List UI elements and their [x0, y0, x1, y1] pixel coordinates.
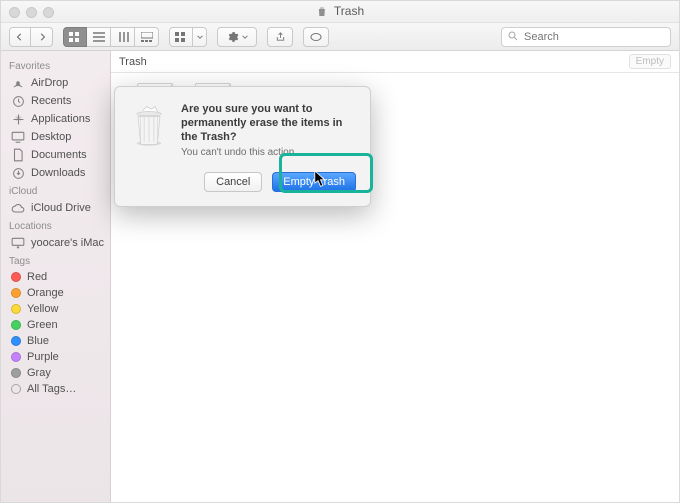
sidebar-item-label: iCloud Drive	[31, 202, 91, 214]
traffic-lights	[9, 7, 54, 18]
sidebar-item-label: Yellow	[27, 303, 58, 315]
arrange-menu-button[interactable]	[193, 27, 207, 47]
apps-icon	[11, 112, 25, 126]
dialog-buttons: Cancel Empty Trash	[181, 172, 356, 192]
sidebar-item-label: Desktop	[31, 131, 71, 143]
tag-dot	[11, 336, 21, 346]
airdrop-icon	[11, 76, 25, 90]
trash-full-icon	[129, 103, 169, 147]
sidebar-tag-blue[interactable]: Blue	[1, 333, 110, 349]
sidebar-item-label: Red	[27, 271, 47, 283]
chevron-down-icon	[242, 34, 248, 40]
sidebar: Favorites AirDrop Recents Applications D…	[1, 51, 111, 502]
dialog-headline: Are you sure you want to permanently era…	[181, 103, 356, 144]
sidebar-item-label: Recents	[31, 95, 71, 107]
sidebar-tag-purple[interactable]: Purple	[1, 349, 110, 365]
view-list-button[interactable]	[87, 27, 111, 47]
arrange-button[interactable]	[169, 27, 193, 47]
sidebar-item-label: Applications	[31, 113, 90, 125]
sidebar-item-imac[interactable]: yoocare's iMac	[1, 234, 110, 252]
empty-trash-dialog: Are you sure you want to permanently era…	[114, 86, 371, 207]
close-window-button[interactable]	[9, 7, 20, 18]
sidebar-item-label: Blue	[27, 335, 49, 347]
path-location: Trash	[119, 56, 147, 68]
sidebar-tag-gray[interactable]: Gray	[1, 365, 110, 381]
view-columns-button[interactable]	[111, 27, 135, 47]
sidebar-item-label: Purple	[27, 351, 59, 363]
tag-dot	[11, 320, 21, 330]
trash-icon	[316, 5, 328, 18]
toolbar	[1, 23, 679, 51]
minimize-window-button[interactable]	[26, 7, 37, 18]
dialog-subtext: You can't undo this action.	[181, 147, 356, 158]
empty-trash-pill[interactable]: Empty	[629, 54, 671, 69]
imac-icon	[11, 236, 25, 250]
sidebar-tag-yellow[interactable]: Yellow	[1, 301, 110, 317]
sidebar-item-airdrop[interactable]: AirDrop	[1, 74, 110, 92]
sidebar-item-label: AirDrop	[31, 77, 68, 89]
cloud-icon	[11, 201, 25, 215]
nav-buttons	[9, 27, 53, 47]
sidebar-tag-orange[interactable]: Orange	[1, 285, 110, 301]
sidebar-item-label: Downloads	[31, 167, 85, 179]
titlebar: Trash	[1, 1, 679, 23]
search-field[interactable]	[501, 27, 671, 47]
path-bar: Trash Empty	[111, 51, 679, 73]
view-icon-button[interactable]	[63, 27, 87, 47]
sidebar-item-documents[interactable]: Documents	[1, 146, 110, 164]
sidebar-item-recents[interactable]: Recents	[1, 92, 110, 110]
sidebar-item-label: Orange	[27, 287, 64, 299]
sidebar-header-locations: Locations	[1, 217, 110, 234]
fullscreen-window-button[interactable]	[43, 7, 54, 18]
sidebar-item-desktop[interactable]: Desktop	[1, 128, 110, 146]
tag-dot	[11, 272, 21, 282]
sidebar-tag-green[interactable]: Green	[1, 317, 110, 333]
tags-button[interactable]	[303, 27, 329, 47]
sidebar-header-icloud: iCloud	[1, 182, 110, 199]
view-gallery-button[interactable]	[135, 27, 159, 47]
desktop-icon	[11, 130, 25, 144]
cancel-button[interactable]: Cancel	[204, 172, 262, 192]
arrange-group	[169, 27, 207, 47]
clock-icon	[11, 94, 25, 108]
dialog-message: Are you sure you want to permanently era…	[181, 103, 356, 192]
tag-dot	[11, 352, 21, 362]
sidebar-header-tags: Tags	[1, 252, 110, 269]
tag-dot	[11, 288, 21, 298]
doc-icon	[11, 148, 25, 162]
sidebar-item-label: yoocare's iMac	[31, 237, 104, 249]
tag-icon	[310, 32, 322, 42]
tag-dot	[11, 368, 21, 378]
forward-button[interactable]	[31, 27, 53, 47]
back-button[interactable]	[9, 27, 31, 47]
downloads-icon	[11, 166, 25, 180]
search-icon	[507, 30, 519, 42]
share-icon	[275, 31, 286, 43]
sidebar-item-label: All Tags…	[27, 383, 76, 395]
action-menu-button[interactable]	[217, 27, 257, 47]
share-button[interactable]	[267, 27, 293, 47]
view-switcher	[63, 27, 159, 47]
sidebar-item-label: Gray	[27, 367, 51, 379]
sidebar-tag-red[interactable]: Red	[1, 269, 110, 285]
sidebar-item-label: Green	[27, 319, 58, 331]
finder-window: Trash	[0, 0, 680, 503]
empty-trash-button[interactable]: Empty Trash	[272, 172, 356, 192]
sidebar-header-favorites: Favorites	[1, 57, 110, 74]
window-title-text: Trash	[334, 4, 364, 18]
window-title: Trash	[316, 4, 364, 18]
sidebar-item-applications[interactable]: Applications	[1, 110, 110, 128]
tag-dot	[11, 304, 21, 314]
gear-icon	[227, 31, 239, 43]
sidebar-item-downloads[interactable]: Downloads	[1, 164, 110, 182]
search-input[interactable]	[501, 27, 671, 47]
sidebar-item-label: Documents	[31, 149, 87, 161]
sidebar-item-icloud-drive[interactable]: iCloud Drive	[1, 199, 110, 217]
tag-all-icon	[11, 384, 21, 394]
sidebar-tag-all[interactable]: All Tags…	[1, 381, 110, 397]
